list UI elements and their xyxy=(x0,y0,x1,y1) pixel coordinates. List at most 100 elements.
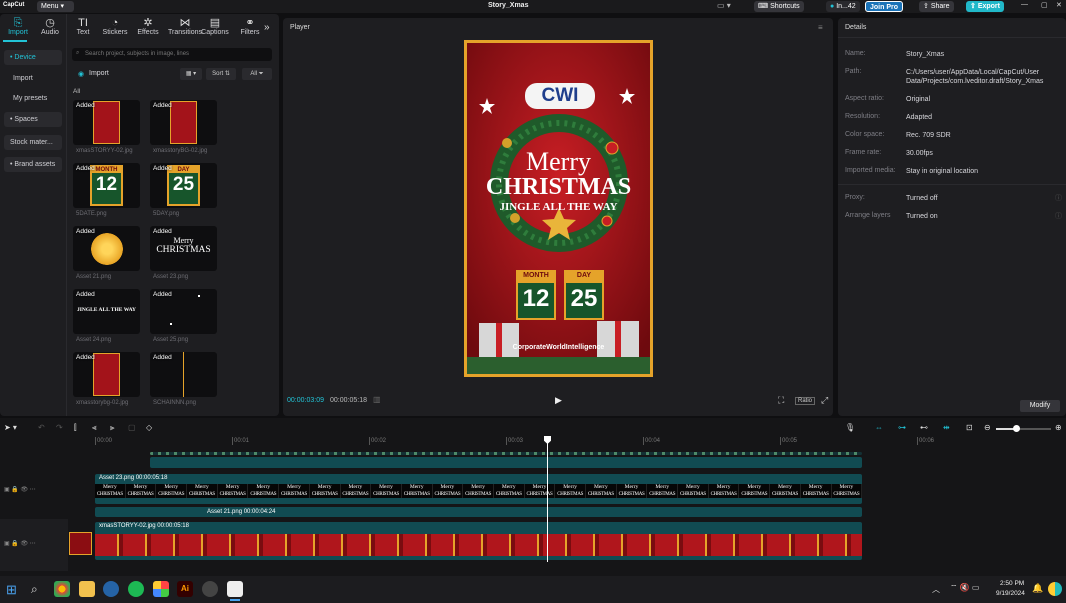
search-taskbar-icon[interactable]: ⌕ xyxy=(31,582,38,597)
select-tool-icon[interactable]: ➤ ▾ xyxy=(4,423,17,432)
track-clip-top[interactable] xyxy=(150,457,862,468)
join-pro-button[interactable]: Join Pro xyxy=(865,1,904,12)
fit-screen-icon[interactable]: ⛶ xyxy=(778,395,784,406)
timeline-scale-icon[interactable]: ▥ xyxy=(373,395,381,404)
preview-axis-icon[interactable]: ⊷ xyxy=(920,423,928,432)
user-button[interactable]: ● In...42 xyxy=(826,1,860,12)
magnet-icon[interactable]: ⇹ xyxy=(943,423,950,432)
filter-button[interactable]: All ⏷ xyxy=(242,68,272,80)
tab-import[interactable]: ⎘ Import xyxy=(3,17,33,36)
media-thumbnail[interactable]: DAY 25 Added xyxy=(150,163,217,208)
track-lock-icon[interactable]: ▣ 🔒 👁 ⋯ xyxy=(4,486,36,493)
split-icon[interactable]: ⫿ xyxy=(74,423,77,433)
maximize-icon[interactable]: ▢ xyxy=(1041,1,1048,9)
edge-icon[interactable] xyxy=(103,581,119,597)
media-thumbnail[interactable]: JINGLE ALL THE WAY Added xyxy=(73,289,140,334)
poster-merry: Merry xyxy=(526,147,591,176)
media-filename: 5DAY.png xyxy=(153,211,180,217)
split-left-icon[interactable]: ⫷ xyxy=(92,423,97,433)
tab-stickers[interactable]: ◔ Stickers xyxy=(100,17,130,36)
clip-asset23[interactable]: Asset 23.png 00:00:05:18 Merry CHRISTMAS M… xyxy=(95,474,862,504)
tab-captions[interactable]: ▤ Captions xyxy=(200,17,230,36)
main-track-lock-icon[interactable]: ▣ 🔒 👁 ⋯ xyxy=(4,540,36,547)
ruler-label: 00:03 xyxy=(508,438,524,444)
ratio-button[interactable]: Ratio xyxy=(795,397,816,405)
tab-effects[interactable]: ✲ Effects xyxy=(133,17,163,36)
caption-icon[interactable]: ⊡ xyxy=(966,423,973,432)
media-thumbnail[interactable]: Added xyxy=(73,100,140,145)
tab-audio[interactable]: ◷ Audio xyxy=(35,17,65,36)
nav-import[interactable]: Import xyxy=(4,71,62,86)
nav-spaces[interactable]: • Spaces xyxy=(4,112,62,127)
spotify-icon[interactable] xyxy=(128,581,144,597)
view-toggle-button[interactable]: ▦ ▾ xyxy=(180,68,202,80)
zoom-out-icon[interactable]: ⊖ xyxy=(984,423,991,432)
tab-text[interactable]: TI Text xyxy=(68,17,98,36)
delete-icon[interactable]: ▢ xyxy=(128,423,136,432)
nav-my-presets[interactable]: My presets xyxy=(4,91,62,106)
frame-merry: Merry xyxy=(225,484,240,490)
tab-transitions[interactable]: ⋈ Transitions xyxy=(165,17,205,36)
media-thumbnail[interactable]: Merry CHRISTMAS Added xyxy=(150,226,217,271)
minimize-icon[interactable]: — xyxy=(1021,1,1028,8)
clock-date[interactable]: 9/19/2024 xyxy=(996,590,1025,597)
modify-button[interactable]: Modify xyxy=(1020,400,1060,412)
link-icon[interactable]: ⇔ xyxy=(875,423,883,432)
playhead[interactable] xyxy=(547,436,548,562)
filmstrip-frame: Merry CHRISTMAS xyxy=(402,484,433,498)
capcut-taskbar-icon[interactable] xyxy=(227,581,243,597)
nav-stock[interactable]: Stock mater... xyxy=(4,135,62,150)
app-icon[interactable] xyxy=(153,581,169,597)
chrome-icon[interactable] xyxy=(54,581,70,597)
tab-filters[interactable]: ⚭ Filters xyxy=(235,17,265,36)
copilot-icon[interactable] xyxy=(1048,582,1062,596)
export-button[interactable]: ⇧ Export xyxy=(966,1,1004,12)
illustrator-icon[interactable]: Ai xyxy=(177,581,193,597)
layers-info-icon[interactable]: ⓘ xyxy=(1055,211,1062,221)
proxy-info-icon[interactable]: ⓘ xyxy=(1055,193,1062,203)
sort-button[interactable]: Sort ⇅ xyxy=(206,68,236,80)
zoom-in-icon[interactable]: ⊕ xyxy=(1055,423,1062,432)
search-input[interactable]: Search project, subjects in image, lines xyxy=(72,48,272,61)
marker-icon[interactable]: ◇ xyxy=(146,423,152,432)
notification-icon[interactable]: 🔔 xyxy=(1032,583,1043,594)
import-button[interactable]: Import xyxy=(89,70,109,77)
play-icon[interactable]: ▶ xyxy=(555,395,562,406)
nav-device[interactable]: • Device xyxy=(4,50,62,65)
media-thumbnail[interactable]: Added xyxy=(73,352,140,397)
more-tools-icon[interactable]: » xyxy=(264,22,270,33)
tray-chevron-icon[interactable]: ︿ xyxy=(932,584,940,595)
windows-start-icon[interactable]: ⊞ xyxy=(6,582,17,598)
player-menu-icon[interactable]: ≡ xyxy=(818,23,823,32)
mic-icon[interactable]: 🎙 xyxy=(845,423,855,432)
filmstrip-frame: Merry CHRISTMAS xyxy=(218,484,249,498)
fullscreen-icon[interactable]: ⤢ xyxy=(821,395,828,406)
media-player-icon[interactable] xyxy=(202,581,218,597)
detail-key: Imported media: xyxy=(845,167,896,174)
file-explorer-icon[interactable] xyxy=(79,581,95,597)
close-icon[interactable]: ✕ xyxy=(1056,1,1062,9)
shortcuts-button[interactable]: ⌨ Shortcuts xyxy=(754,1,804,12)
menu-button[interactable]: Menu ▾ xyxy=(37,1,74,12)
thumb-merry: Merry xyxy=(173,236,194,245)
layout-icon[interactable]: ▭ ▾ xyxy=(717,1,731,10)
share-button[interactable]: ⇪ Share xyxy=(919,1,954,12)
media-thumbnail[interactable]: Added xyxy=(150,352,217,397)
clip-main[interactable]: xmasSTORYY-02.jpg 00:00:05:18 xyxy=(95,522,862,560)
snap-icon[interactable]: ⊶ xyxy=(898,423,906,432)
redo-icon[interactable]: ↷ xyxy=(56,423,63,432)
split-right-icon[interactable]: ⫸ xyxy=(110,423,115,433)
frame-merry: Merry xyxy=(839,484,854,490)
nav-brand-assets[interactable]: • Brand assets xyxy=(4,157,62,172)
undo-icon[interactable]: ↶ xyxy=(38,423,45,432)
media-thumbnail[interactable]: MONTH 12 Added xyxy=(73,163,140,208)
tray-icons[interactable]: ⌔ 🔇 ▭ xyxy=(950,583,980,593)
clip-asset21[interactable]: Asset 21.png 00:00:04:24 xyxy=(95,507,862,517)
zoom-slider-handle[interactable] xyxy=(1013,425,1020,432)
media-thumbnail[interactable]: Added xyxy=(150,289,217,334)
media-thumbnail[interactable]: Added xyxy=(150,100,217,145)
media-thumbnail[interactable]: Added xyxy=(73,226,140,271)
clock-time[interactable]: 2:50 PM xyxy=(1000,580,1024,587)
cover-thumbnail[interactable] xyxy=(69,532,92,555)
import-plus-icon[interactable]: ◉ xyxy=(78,70,84,78)
